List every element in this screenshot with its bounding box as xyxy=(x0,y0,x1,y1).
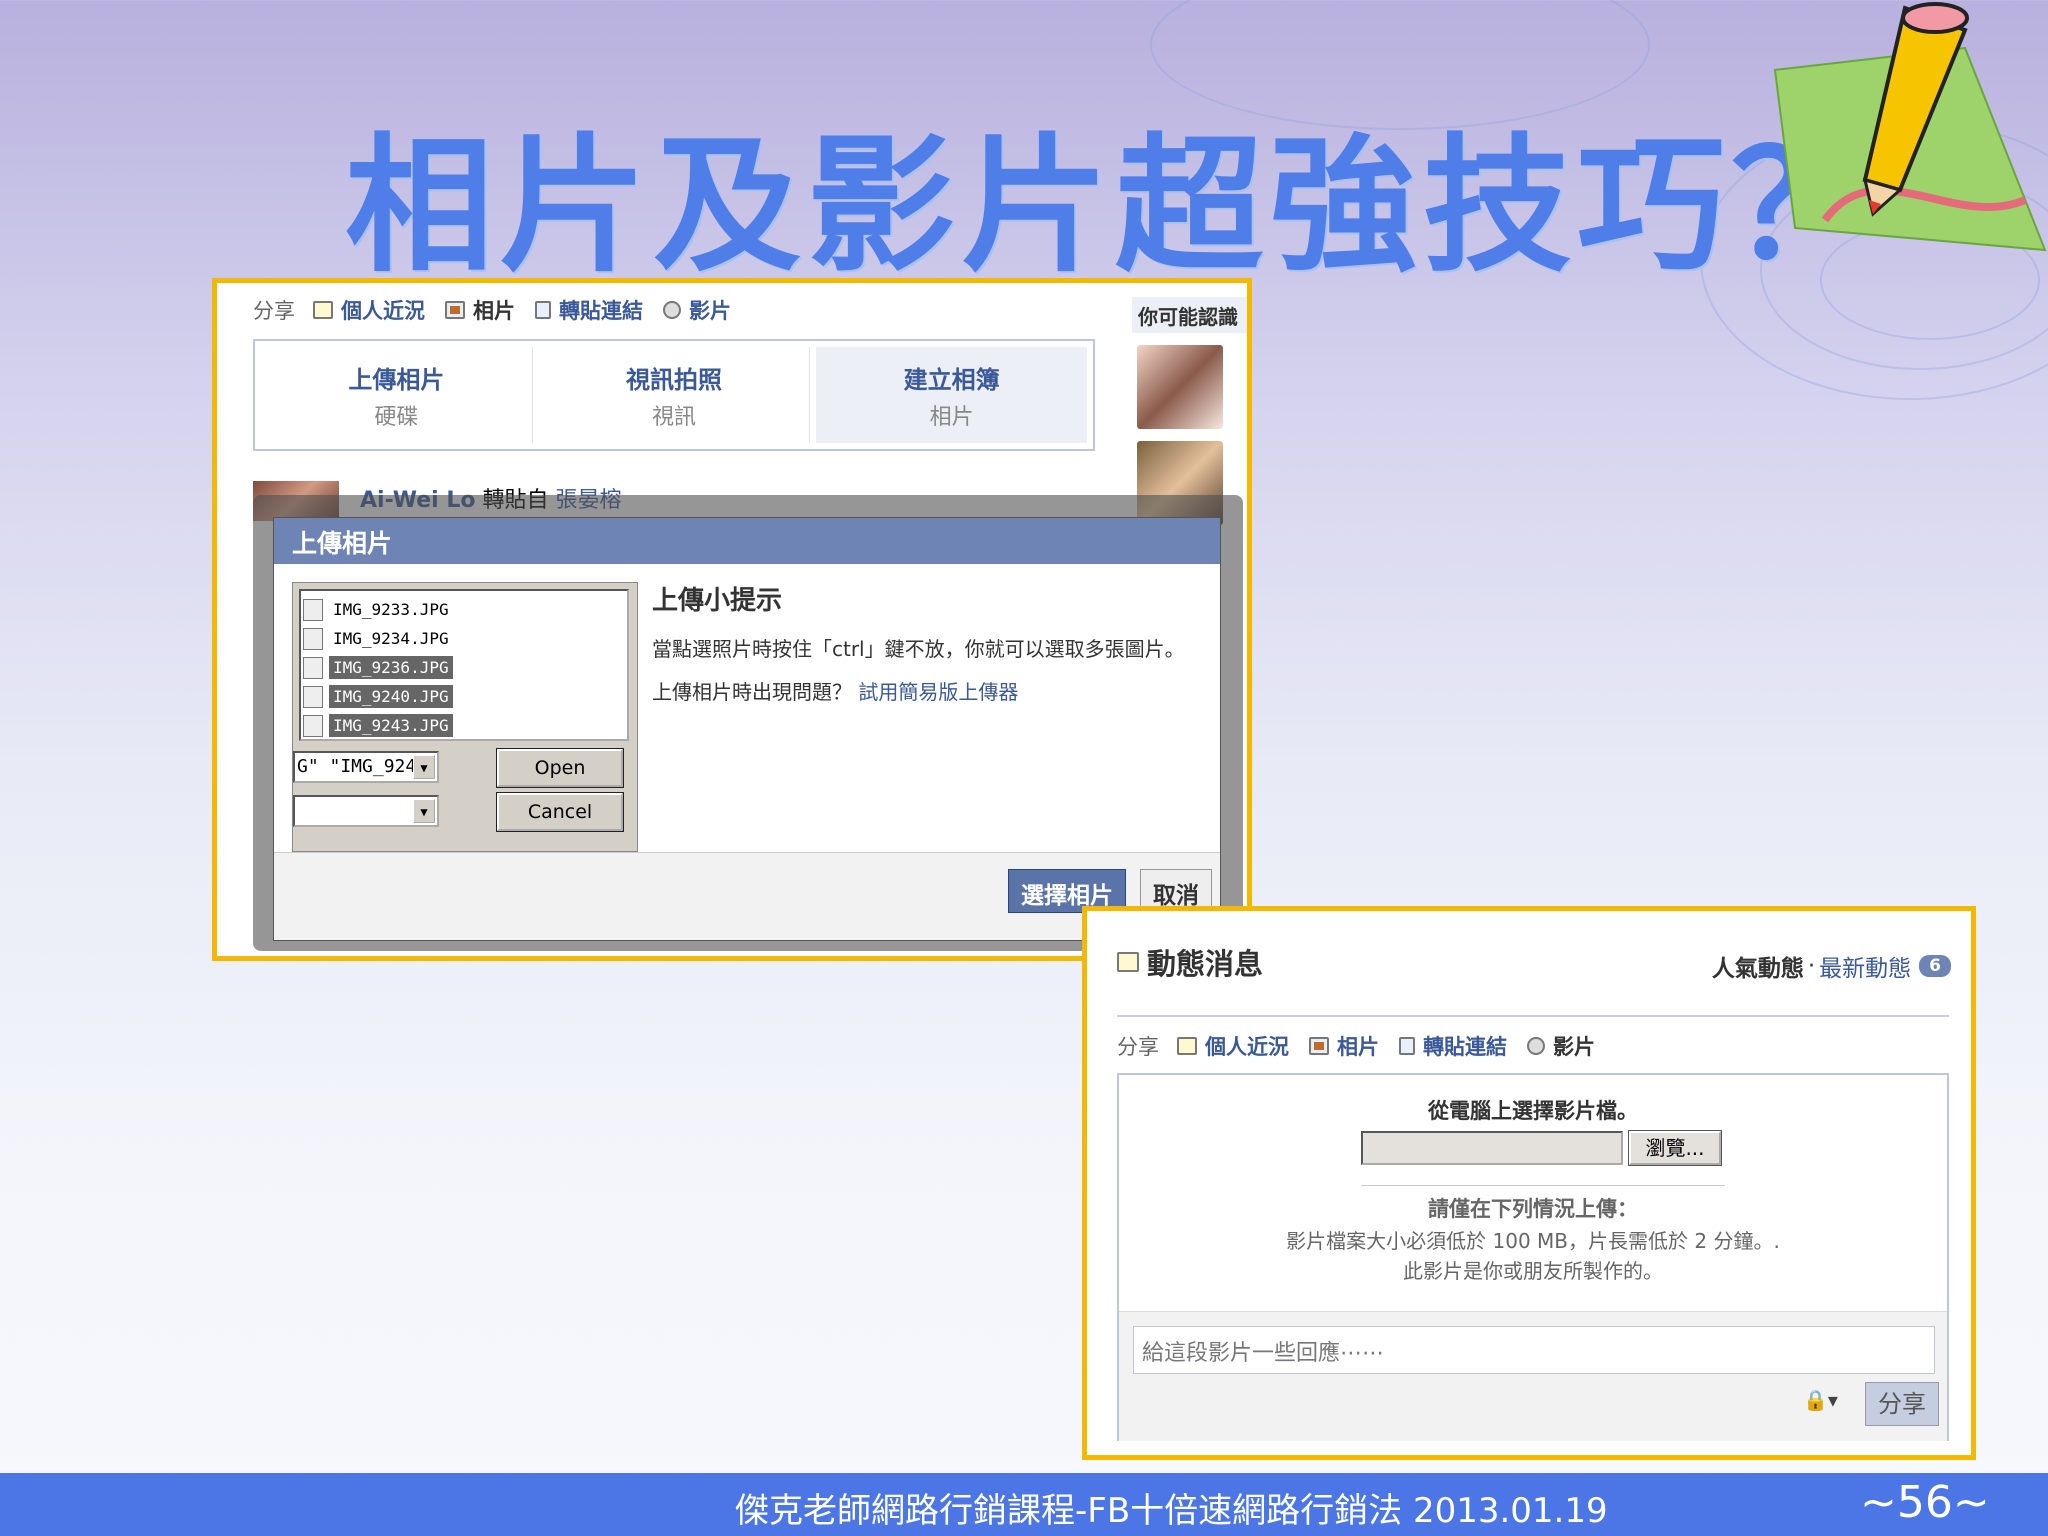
filetype-combo[interactable]: ▼ xyxy=(293,795,439,827)
share-link-item[interactable]: 轉貼連結 xyxy=(535,295,643,325)
photo-icon xyxy=(445,301,465,319)
file-picker: IMG_9233.JPG IMG_9234.JPG IMG_9236.JPG I… xyxy=(292,582,638,852)
photo-upload-screenshot: 分享 個人近況 相片 轉貼連結 影片 上傳相片 硬碟 視訊拍照 視訊 建立相簿 … xyxy=(212,278,1252,961)
share-label: 分享 xyxy=(253,299,295,323)
video-camera-icon xyxy=(663,301,681,319)
divider xyxy=(1117,1015,1949,1017)
file-item-selected[interactable]: IMG_9243.JPG xyxy=(303,711,625,740)
file-icon xyxy=(303,656,323,679)
file-icon xyxy=(303,598,323,621)
link-icon xyxy=(1399,1037,1415,1055)
option-title: 上傳相片 xyxy=(348,365,445,394)
avatar[interactable] xyxy=(1137,345,1223,429)
option-subtitle: 視訊 xyxy=(652,404,697,430)
link-icon xyxy=(535,301,551,319)
share-photo-item[interactable]: 相片 xyxy=(1309,1031,1379,1061)
pencil-clipart-icon xyxy=(1773,2,2047,252)
photo-icon xyxy=(1309,1037,1329,1055)
upload-tips: 上傳小提示 當點選照片時按住「ctrl」鍵不放，你就可以選取多張圖片。 上傳相片… xyxy=(652,580,1202,705)
filename-combo[interactable]: G" "IMG_924( ▼ xyxy=(293,751,439,783)
share-label: 分享 xyxy=(1117,1035,1159,1059)
dialog-footer: 選擇相片 取消 xyxy=(274,852,1220,940)
file-icon xyxy=(303,714,323,737)
video-upload-screenshot: 動態消息 人氣動態 · 最新動態 6 分享 個人近況 相片 轉貼連結 影片 從電… xyxy=(1082,906,1976,1460)
video-file-input[interactable] xyxy=(1361,1131,1623,1165)
video-upload-form: 從電腦上選擇影片檔。 瀏覽... 請僅在下列情況上傳： 影片檔案大小必須低於 1… xyxy=(1119,1075,1947,1311)
side-heading: 你可能認識 xyxy=(1132,297,1247,333)
create-album-option[interactable]: 建立相簿 相片 xyxy=(816,347,1088,443)
choose-video-label: 從電腦上選擇影片檔。 xyxy=(1428,1099,1638,1123)
share-video-item[interactable]: 影片 xyxy=(1527,1031,1595,1061)
upload-photo-option[interactable]: 上傳相片 硬碟 xyxy=(261,347,533,443)
tips-text: 當點選照片時按住「ctrl」鍵不放，你就可以選取多張圖片。 xyxy=(652,637,1185,661)
file-list[interactable]: IMG_9233.JPG IMG_9234.JPG IMG_9236.JPG I… xyxy=(299,589,629,741)
option-title: 視訊拍照 xyxy=(626,365,722,394)
comment-input[interactable]: 給這段影片一些回應⋯⋯ xyxy=(1133,1326,1935,1374)
upload-options: 上傳相片 硬碟 視訊拍照 視訊 建立相簿 相片 xyxy=(253,339,1095,451)
note-icon xyxy=(1177,1037,1197,1055)
file-item-selected[interactable]: IMG_9240.JPG xyxy=(303,682,625,711)
share-status-item[interactable]: 個人近況 xyxy=(1177,1031,1289,1061)
tips-problem-line: 上傳相片時出現問題？ 試用簡易版上傳器 xyxy=(652,676,1202,705)
file-chooser: 瀏覽... xyxy=(1361,1130,1722,1166)
tips-problem-text: 上傳相片時出現問題？ xyxy=(652,680,852,704)
news-feed-icon xyxy=(1117,952,1139,972)
share-button[interactable]: 分享 xyxy=(1865,1382,1939,1426)
share-status-item[interactable]: 個人近況 xyxy=(313,295,425,325)
cancel-button[interactable]: Cancel xyxy=(496,792,624,832)
footer-bar: 傑克老師網路行銷課程-FB十倍速網路行銷法 2013.01.19 ~56~ xyxy=(0,1473,2048,1536)
tips-heading: 上傳小提示 xyxy=(652,586,783,616)
share-photo-item[interactable]: 相片 xyxy=(445,295,515,325)
webcam-photo-option[interactable]: 視訊拍照 視訊 xyxy=(539,347,811,443)
browse-button[interactable]: 瀏覽... xyxy=(1628,1130,1722,1166)
file-icon xyxy=(303,627,323,650)
page-number: ~56~ xyxy=(1860,1477,1990,1528)
slide-title: 相片及影片超強技巧？ xyxy=(345,120,1885,292)
recent-count-badge: 6 xyxy=(1919,955,1951,977)
video-camera-icon xyxy=(1527,1037,1545,1055)
privacy-lock-icon[interactable]: 🔒▾ xyxy=(1803,1388,1838,1412)
share-bar: 分享 個人近況 相片 轉貼連結 影片 xyxy=(253,295,751,325)
divider xyxy=(1361,1185,1725,1186)
dialog-title: 上傳相片 xyxy=(274,518,1220,564)
open-button[interactable]: Open xyxy=(496,748,624,788)
file-item[interactable]: IMG_9233.JPG xyxy=(303,595,625,624)
upload-photo-dialog: 上傳相片 IMG_9233.JPG IMG_9234.JPG IMG_9236.… xyxy=(273,517,1221,941)
file-icon xyxy=(303,685,323,708)
requirements-heading: 請僅在下列情況上傳： xyxy=(1428,1197,1638,1221)
requirement-owner: 此影片是你或朋友所製作的。 xyxy=(1403,1259,1663,1283)
share-video-item[interactable]: 影片 xyxy=(663,295,731,325)
simple-uploader-link[interactable]: 試用簡易版上傳器 xyxy=(858,680,1018,704)
option-subtitle: 硬碟 xyxy=(374,404,419,430)
chevron-down-icon[interactable]: ▼ xyxy=(413,755,435,779)
file-item-selected[interactable]: IMG_9236.JPG xyxy=(303,653,625,682)
tab-top-news[interactable]: 人氣動態 xyxy=(1712,949,1804,983)
footer-text: 傑克老師網路行銷課程-FB十倍速網路行銷法 2013.01.19 xyxy=(735,1491,1608,1531)
option-title: 建立相簿 xyxy=(903,365,1000,394)
video-upload-box: 從電腦上選擇影片檔。 瀏覽... 請僅在下列情況上傳： 影片檔案大小必須低於 1… xyxy=(1117,1073,1949,1441)
file-item[interactable]: IMG_9234.JPG xyxy=(303,624,625,653)
share-bar: 分享 個人近況 相片 轉貼連結 影片 xyxy=(1117,1031,1615,1061)
news-feed-heading: 動態消息 xyxy=(1117,941,1263,983)
option-subtitle: 相片 xyxy=(929,404,974,430)
chevron-down-icon[interactable]: ▼ xyxy=(413,799,435,823)
requirement-size: 影片檔案大小必須低於 100 MB，片長需低於 2 分鐘。. xyxy=(1286,1229,1780,1253)
note-icon xyxy=(313,301,333,319)
tab-most-recent[interactable]: 最新動態 xyxy=(1819,949,1911,983)
share-link-item[interactable]: 轉貼連結 xyxy=(1399,1031,1507,1061)
feed-tabs: 人氣動態 · 最新動態 6 xyxy=(1712,949,1951,983)
tab-separator: · xyxy=(1807,953,1816,979)
comment-area: 給這段影片一些回應⋯⋯ 🔒▾ 分享 xyxy=(1119,1311,1947,1441)
